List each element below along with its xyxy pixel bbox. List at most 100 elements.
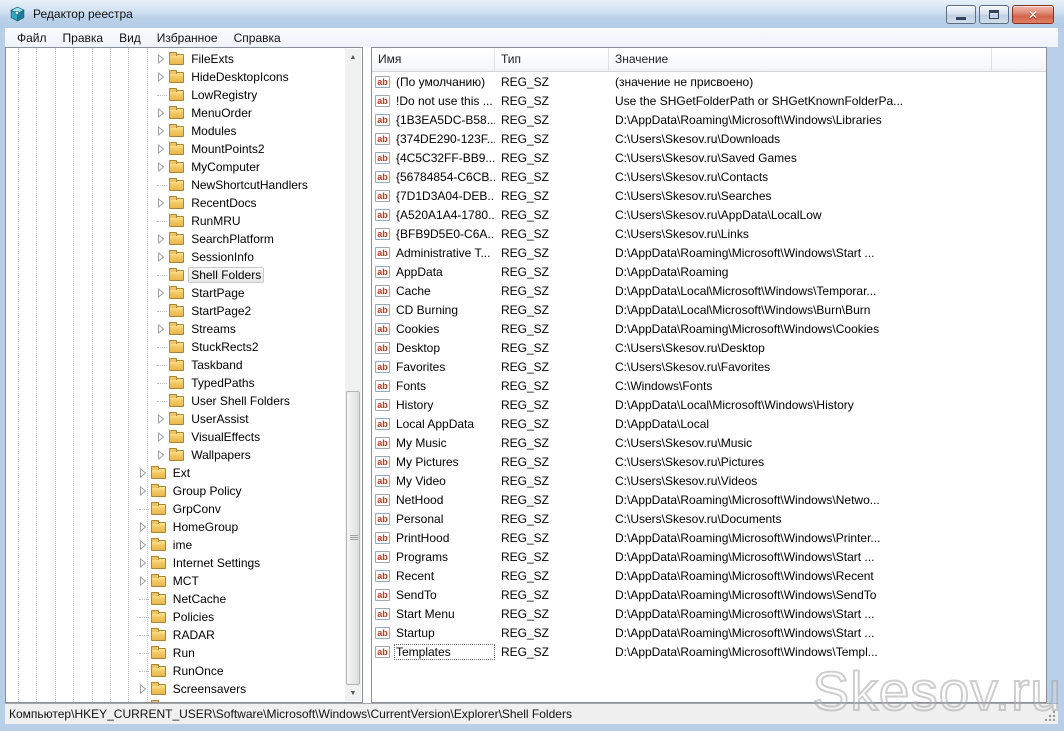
registry-value-row-startup[interactable]: abStartupREG_SZD:\AppData\Roaming\Micros… [372, 623, 1046, 642]
expand-arrow-icon[interactable] [139, 522, 149, 532]
scroll-down-icon[interactable]: ▼ [345, 685, 361, 701]
expand-arrow-icon[interactable] [157, 288, 167, 298]
close-button[interactable]: ✕ [1012, 5, 1054, 24]
tree-item-homegroup[interactable]: HomeGroup [6, 518, 344, 536]
menu-item-вид[interactable]: Вид [111, 29, 149, 47]
expand-arrow-icon[interactable] [157, 108, 167, 118]
registry-value-row-local-appdata[interactable]: abLocal AppDataREG_SZD:\AppData\Local [372, 414, 1046, 433]
tree-item-runmru[interactable]: RunMRU [6, 212, 344, 230]
title-bar[interactable]: Редактор реестра ✕ [0, 0, 1064, 28]
registry-value-row-bfb9d5e0-c6a[interactable]: ab{BFB9D5E0-C6A...REG_SZC:\Users\Skesov.… [372, 224, 1046, 243]
tree-item-shell-folders[interactable]: Shell Folders [6, 266, 344, 284]
expand-arrow-icon[interactable] [157, 414, 167, 424]
registry-value-row-my-video[interactable]: abMy VideoREG_SZC:\Users\Skesov.ru\Video… [372, 471, 1046, 490]
registry-value-row-desktop[interactable]: abDesktopREG_SZC:\Users\Skesov.ru\Deskto… [372, 338, 1046, 357]
registry-value-row-1b3ea5dc-b58[interactable]: ab{1B3EA5DC-B58...REG_SZD:\AppData\Roami… [372, 110, 1046, 129]
scroll-up-icon[interactable]: ▲ [345, 49, 361, 65]
tree-scrollbar[interactable]: ▲ ▼ [345, 49, 361, 701]
registry-value-row-my-music[interactable]: abMy MusicREG_SZC:\Users\Skesov.ru\Music [372, 433, 1046, 452]
minimize-button[interactable] [946, 5, 976, 24]
resize-grip-icon[interactable] [1045, 711, 1055, 721]
registry-value-row-administrative-t[interactable]: abAdministrative T...REG_SZD:\AppData\Ro… [372, 243, 1046, 262]
expand-arrow-icon[interactable] [157, 252, 167, 262]
registry-value-row-a520a1a4-1780[interactable]: ab{A520A1A4-1780...REG_SZC:\Users\Skesov… [372, 205, 1046, 224]
scrollbar-thumb[interactable] [346, 391, 360, 685]
registry-value-row-56784854-c6cb[interactable]: ab{56784854-C6CB...REG_SZC:\Users\Skesov… [372, 167, 1046, 186]
registry-value-row-programs[interactable]: abProgramsREG_SZD:\AppData\Roaming\Micro… [372, 547, 1046, 566]
registry-value-row-start-menu[interactable]: abStart MenuREG_SZD:\AppData\Roaming\Mic… [372, 604, 1046, 623]
tree-item-user-shell-folders[interactable]: User Shell Folders [6, 392, 344, 410]
expand-arrow-icon[interactable] [157, 72, 167, 82]
tree-item-netcache[interactable]: NetCache [6, 590, 344, 608]
tree-item-taskband[interactable]: Taskband [6, 356, 344, 374]
tree-item-sessioninfo[interactable]: SessionInfo [6, 248, 344, 266]
tree-item-run[interactable]: Run [6, 644, 344, 662]
menu-item-правка[interactable]: Правка [55, 29, 112, 47]
tree-item-typedpaths[interactable]: TypedPaths [6, 374, 344, 392]
tree-item-mycomputer[interactable]: MyComputer [6, 158, 344, 176]
registry-value-row-4c5c32ff-bb9[interactable]: ab{4C5C32FF-BB9...REG_SZC:\Users\Skesov.… [372, 148, 1046, 167]
registry-value-row-my-pictures[interactable]: abMy PicturesREG_SZC:\Users\Skesov.ru\Pi… [372, 452, 1046, 471]
tree-item-screensavers[interactable]: Screensavers [6, 680, 344, 698]
tree-item-newshortcuthandlers[interactable]: NewShortcutHandlers [6, 176, 344, 194]
registry-value-row-templates[interactable]: abTemplatesREG_SZD:\AppData\Roaming\Micr… [372, 642, 1046, 661]
tree-item-streams[interactable]: Streams [6, 320, 344, 338]
tree-item-group-policy[interactable]: Group Policy [6, 482, 344, 500]
tree-item-ext[interactable]: Ext [6, 464, 344, 482]
registry-value-row-appdata[interactable]: abAppDataREG_SZD:\AppData\Roaming [372, 262, 1046, 281]
tree-item-ime[interactable]: ime [6, 536, 344, 554]
menu-item-избранное[interactable]: Избранное [149, 29, 226, 47]
registry-value-row-по-умолчанию[interactable]: ab(По умолчанию)REG_SZ(значение не присв… [372, 72, 1046, 91]
tree-item-recentdocs[interactable]: RecentDocs [6, 194, 344, 212]
menu-item-файл[interactable]: Файл [9, 29, 55, 47]
tree-item-searchplatform[interactable]: SearchPlatform [6, 230, 344, 248]
maximize-button[interactable] [979, 5, 1009, 24]
tree-item-internet-settings[interactable]: Internet Settings [6, 554, 344, 572]
expand-arrow-icon[interactable] [157, 198, 167, 208]
tree-item-visualeffects[interactable]: VisualEffects [6, 428, 344, 446]
registry-value-row-sendto[interactable]: abSendToREG_SZD:\AppData\Roaming\Microso… [372, 585, 1046, 604]
tree-item-hidedesktopicons[interactable]: HideDesktopIcons [6, 68, 344, 86]
registry-value-row-history[interactable]: abHistoryREG_SZD:\AppData\Local\Microsof… [372, 395, 1046, 414]
registry-value-row-favorites[interactable]: abFavoritesREG_SZC:\Users\Skesov.ru\Favo… [372, 357, 1046, 376]
tree-item-wallpapers[interactable]: Wallpapers [6, 446, 344, 464]
expand-arrow-icon[interactable] [157, 324, 167, 334]
registry-value-row-cookies[interactable]: abCookiesREG_SZD:\AppData\Roaming\Micros… [372, 319, 1046, 338]
tree-item-modules[interactable]: Modules [6, 122, 344, 140]
tree-item-radar[interactable]: RADAR [6, 626, 344, 644]
tree-item-policies[interactable]: Policies [6, 608, 344, 626]
tree-item-runonce[interactable]: RunOnce [6, 662, 344, 680]
registry-value-row-printhood[interactable]: abPrintHoodREG_SZD:\AppData\Roaming\Micr… [372, 528, 1046, 547]
expand-arrow-icon[interactable] [139, 468, 149, 478]
registry-value-row-fonts[interactable]: abFontsREG_SZC:\Windows\Fonts [372, 376, 1046, 395]
column-header-значение[interactable]: Значение [609, 48, 992, 71]
registry-value-row-do-not-use-this[interactable]: ab!Do not use this ...REG_SZUse the SHGe… [372, 91, 1046, 110]
expand-arrow-icon[interactable] [139, 576, 149, 586]
tree-item-lowregistry[interactable]: LowRegistry [6, 86, 344, 104]
registry-value-row-recent[interactable]: abRecentREG_SZD:\AppData\Roaming\Microso… [372, 566, 1046, 585]
column-header-тип[interactable]: Тип [495, 48, 609, 71]
expand-arrow-icon[interactable] [157, 126, 167, 136]
tree-item-grpconv[interactable]: GrpConv [6, 500, 344, 518]
column-header-имя[interactable]: Имя [372, 48, 495, 71]
tree-item-mct[interactable]: MCT [6, 572, 344, 590]
tree-item-stuckrects2[interactable]: StuckRects2 [6, 338, 344, 356]
tree-item-userassist[interactable]: UserAssist [6, 410, 344, 428]
registry-value-row-nethood[interactable]: abNetHoodREG_SZD:\AppData\Roaming\Micros… [372, 490, 1046, 509]
tree-item-startpage2[interactable]: StartPage2 [6, 302, 344, 320]
tree-item-mountpoints2[interactable]: MountPoints2 [6, 140, 344, 158]
expand-arrow-icon[interactable] [157, 54, 167, 64]
expand-arrow-icon[interactable] [139, 684, 149, 694]
expand-arrow-icon[interactable] [157, 162, 167, 172]
menu-item-справка[interactable]: Справка [226, 29, 289, 47]
expand-arrow-icon[interactable] [139, 540, 149, 550]
tree-item-startpage[interactable]: StartPage [6, 284, 344, 302]
expand-arrow-icon[interactable] [157, 144, 167, 154]
registry-value-row-personal[interactable]: abPersonalREG_SZC:\Users\Skesov.ru\Docum… [372, 509, 1046, 528]
expand-arrow-icon[interactable] [157, 234, 167, 244]
expand-arrow-icon[interactable] [157, 432, 167, 442]
tree-item-fileexts[interactable]: FileExts [6, 50, 344, 68]
registry-value-row-cache[interactable]: abCacheREG_SZD:\AppData\Local\Microsoft\… [372, 281, 1046, 300]
expand-arrow-icon[interactable] [139, 486, 149, 496]
registry-value-row-cd-burning[interactable]: abCD BurningREG_SZD:\AppData\Local\Micro… [372, 300, 1046, 319]
